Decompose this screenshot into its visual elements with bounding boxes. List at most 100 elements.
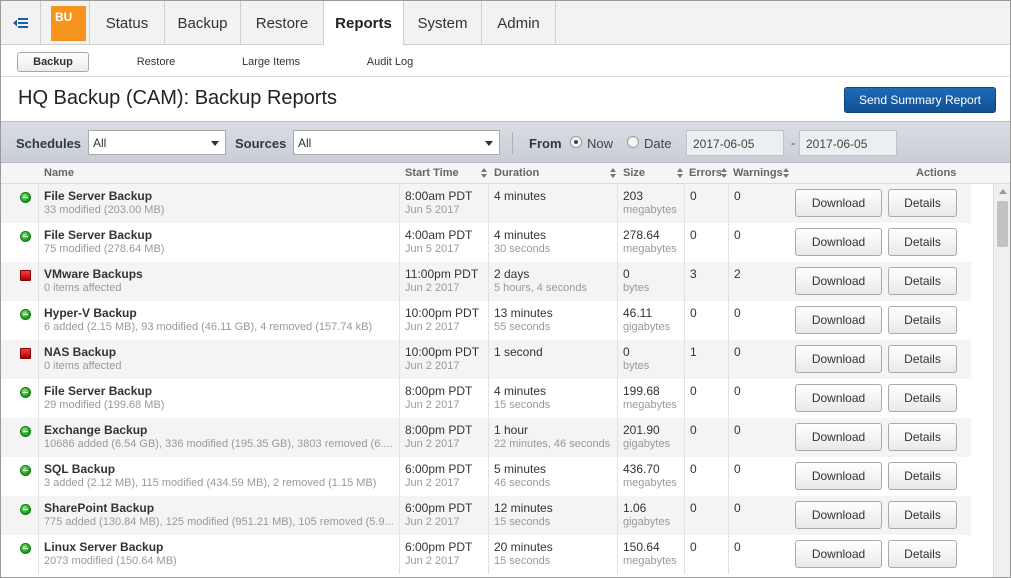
column-header-name[interactable]: Name	[44, 167, 74, 179]
cell-divider	[728, 340, 729, 379]
table-row[interactable]: Linux Server Backup 2073 modified (150.6…	[1, 535, 971, 574]
cell-divider	[617, 262, 618, 301]
subtab-audit-log[interactable]: Audit Log	[357, 52, 423, 72]
start-date: Jun 2 2017	[405, 399, 460, 411]
details-button[interactable]: Details	[888, 384, 957, 412]
subtab-restore[interactable]: Restore	[125, 52, 187, 72]
subtab-backup[interactable]: Backup	[17, 52, 89, 72]
scrollbar-thumb[interactable]	[997, 201, 1008, 247]
cell-divider	[617, 457, 618, 496]
date-range-separator: -	[791, 136, 795, 150]
scroll-up-arrow-icon[interactable]	[999, 189, 1007, 194]
details-button[interactable]: Details	[888, 189, 957, 217]
column-header-duration[interactable]: Duration	[494, 167, 539, 179]
cell-divider	[728, 418, 729, 457]
details-button[interactable]: Details	[888, 267, 957, 295]
schedules-select[interactable]: All	[88, 130, 226, 155]
now-radio[interactable]	[570, 136, 582, 148]
details-button[interactable]: Details	[888, 501, 957, 529]
sort-icon[interactable]	[610, 168, 616, 180]
cell-divider	[38, 301, 39, 340]
duration-detail: 15 seconds	[494, 399, 551, 411]
tab-restore[interactable]: Restore	[241, 1, 324, 45]
tab-reports[interactable]: Reports	[324, 1, 404, 46]
start-date-field[interactable]: 2017-06-05	[686, 130, 784, 156]
warning-count: 0	[734, 228, 741, 242]
sort-icon[interactable]	[721, 168, 727, 180]
tab-admin[interactable]: Admin	[482, 1, 556, 45]
date-radio[interactable]	[627, 136, 639, 148]
tab-system[interactable]: System	[404, 1, 482, 45]
schedules-label: Schedules	[16, 136, 82, 151]
collapse-menu-button[interactable]	[1, 1, 41, 45]
warning-count: 0	[734, 384, 741, 398]
sort-icon[interactable]	[677, 168, 683, 180]
cell-divider	[488, 535, 489, 574]
column-header-actions: Actions	[916, 167, 957, 179]
cell-divider	[684, 379, 685, 418]
start-date: Jun 2 2017	[405, 438, 460, 450]
send-summary-report-button[interactable]: Send Summary Report	[844, 87, 996, 113]
download-button[interactable]: Download	[795, 228, 882, 256]
details-button[interactable]: Details	[888, 345, 957, 373]
status-success-icon	[20, 426, 31, 437]
column-header-errors[interactable]: Errors	[689, 167, 722, 179]
start-date: Jun 2 2017	[405, 555, 460, 567]
error-count: 1	[690, 345, 697, 359]
table-row[interactable]: File Server Backup 75 modified (278.64 M…	[1, 223, 971, 262]
table-header: Name Start Time Duration Size Errors War…	[1, 163, 1010, 184]
download-button[interactable]: Download	[795, 501, 882, 529]
download-button[interactable]: Download	[795, 345, 882, 373]
error-count: 0	[690, 423, 697, 437]
warning-count: 0	[734, 462, 741, 476]
download-button[interactable]: Download	[795, 462, 882, 490]
download-button[interactable]: Download	[795, 189, 882, 217]
table-row[interactable]: Exchange Backup 10686 added (6.54 GB), 3…	[1, 418, 971, 457]
details-button[interactable]: Details	[888, 540, 957, 568]
tab-status[interactable]: Status	[89, 1, 165, 45]
details-button[interactable]: Details	[888, 423, 957, 451]
now-radio-label[interactable]: Now	[587, 136, 613, 151]
column-header-size[interactable]: Size	[623, 167, 645, 179]
end-date-field[interactable]: 2017-06-05	[799, 130, 897, 156]
warning-count: 0	[734, 306, 741, 320]
details-button[interactable]: Details	[888, 462, 957, 490]
sources-select[interactable]: All	[293, 130, 500, 155]
tab-backup[interactable]: Backup	[165, 1, 241, 45]
job-name: SQL Backup	[44, 462, 116, 476]
column-header-start-time[interactable]: Start Time	[405, 167, 459, 179]
sort-icon[interactable]	[783, 168, 789, 180]
cell-divider	[399, 535, 400, 574]
download-button[interactable]: Download	[795, 306, 882, 334]
cell-divider	[617, 340, 618, 379]
duration-detail: 15 seconds	[494, 555, 551, 567]
column-header-warnings[interactable]: Warnings	[733, 167, 783, 179]
download-button[interactable]: Download	[795, 384, 882, 412]
table-row[interactable]: File Server Backup 33 modified (203.00 M…	[1, 184, 971, 223]
table-row[interactable]: SQL Backup 3 added (2.12 MB), 115 modifi…	[1, 457, 971, 496]
start-time: 10:00pm PDT	[405, 306, 480, 320]
vertical-scrollbar[interactable]	[993, 184, 1010, 577]
download-button[interactable]: Download	[795, 267, 882, 295]
size-value: 0	[623, 267, 630, 281]
date-radio-label[interactable]: Date	[644, 136, 671, 151]
table-row[interactable]: VMware Backups 0 items affected 11:00pm …	[1, 262, 971, 301]
cell-divider	[488, 379, 489, 418]
size-unit: megabytes	[623, 399, 677, 411]
table-row[interactable]: Hyper-V Backup 6 added (2.15 MB), 93 mod…	[1, 301, 971, 340]
cell-divider	[399, 262, 400, 301]
cell-divider	[488, 340, 489, 379]
job-detail: 10686 added (6.54 GB), 336 modified (195…	[44, 438, 393, 450]
download-button[interactable]: Download	[795, 540, 882, 568]
details-button[interactable]: Details	[888, 306, 957, 334]
details-button[interactable]: Details	[888, 228, 957, 256]
cell-divider	[38, 340, 39, 379]
table-row[interactable]: NAS Backup 0 items affected 10:00pm PDT …	[1, 340, 971, 379]
sort-icon[interactable]	[481, 168, 487, 180]
table-row[interactable]: File Server Backup 29 modified (199.68 M…	[1, 379, 971, 418]
start-date: Jun 5 2017	[405, 204, 460, 216]
download-button[interactable]: Download	[795, 423, 882, 451]
table-row[interactable]: SharePoint Backup 775 added (130.84 MB),…	[1, 496, 971, 535]
start-date: Jun 2 2017	[405, 282, 460, 294]
subtab-large-items[interactable]: Large Items	[231, 52, 311, 72]
